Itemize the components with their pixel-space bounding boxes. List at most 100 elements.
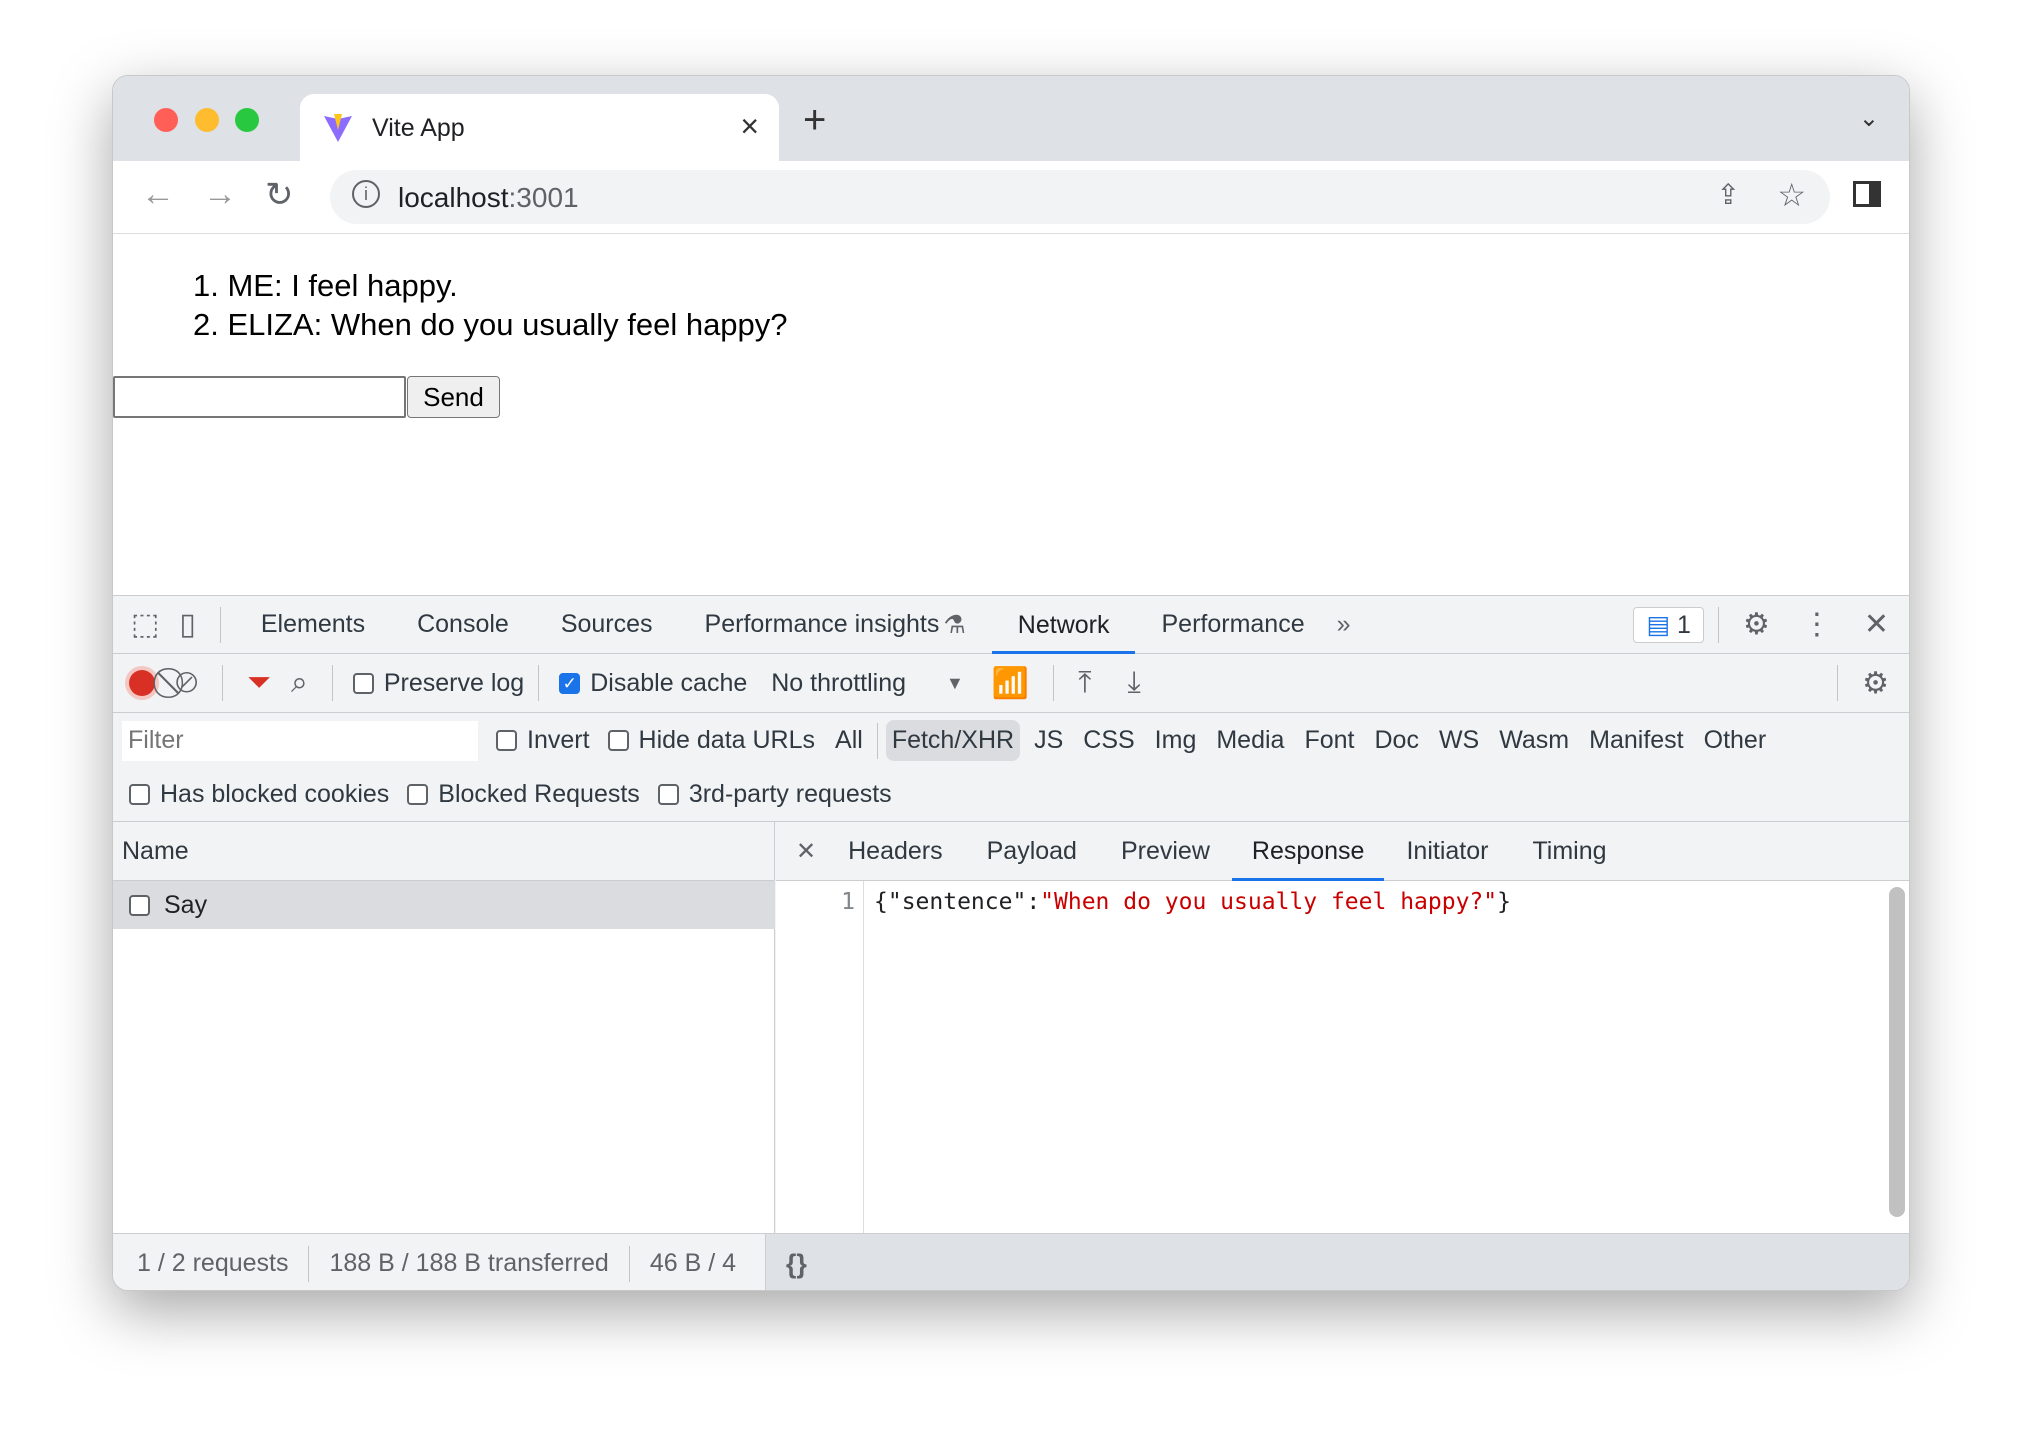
response-code[interactable]: {"sentence":"When do you usually feel ha… — [874, 889, 1511, 915]
preserve-log-checkbox[interactable] — [352, 672, 374, 694]
search-icon[interactable]: ⌕ — [291, 666, 308, 700]
info-icon[interactable]: i — [352, 180, 380, 208]
resources-size: 46 B / 4 — [649, 1249, 736, 1277]
settings-gear-icon[interactable]: ⚙ — [1743, 607, 1770, 642]
inspect-element-icon[interactable]: ⬚ — [131, 607, 159, 642]
chevron-down-icon[interactable]: ⌄ — [1859, 104, 1879, 133]
tab-network[interactable]: Network — [991, 596, 1136, 654]
url-host: localhost — [398, 182, 509, 213]
reload-icon[interactable]: ↻ — [265, 175, 294, 215]
export-har-icon[interactable]: ⤓ — [1128, 666, 1141, 700]
close-devtools-icon[interactable]: ✕ — [1864, 607, 1889, 642]
clear-icon[interactable]: ⃠⊘ — [175, 666, 198, 700]
disable-cache-checkbox[interactable]: ✓ — [559, 672, 581, 694]
filter-img[interactable]: Img — [1155, 726, 1197, 755]
blocked-cookies-label: Has blocked cookies — [160, 780, 390, 808]
device-toolbar-icon[interactable]: ▯ — [179, 607, 196, 642]
filter-bar: Invert Hide data URLs All Fetch/XHR JS C… — [113, 713, 1909, 768]
filter-font[interactable]: Font — [1304, 726, 1354, 755]
url-port: :3001 — [508, 182, 579, 213]
maximize-window-button[interactable] — [235, 108, 259, 132]
preserve-log-label: Preserve log — [383, 668, 525, 697]
tab-performance-insights[interactable]: Performance insights — [705, 610, 940, 639]
devtools-tabbar: ⬚ ▯ Elements Console Sources Performance… — [113, 596, 1909, 654]
requests-count: 1 / 2 requests — [137, 1249, 289, 1277]
filter-wasm[interactable]: Wasm — [1499, 726, 1569, 755]
dropdown-arrow-icon[interactable]: ▼ — [946, 673, 964, 694]
invert-checkbox[interactable] — [496, 730, 517, 751]
tab-performance[interactable]: Performance — [1161, 610, 1304, 639]
name-column-header[interactable]: Name — [113, 822, 774, 881]
share-icon[interactable]: ⇪ — [1717, 178, 1740, 211]
tab-elements[interactable]: Elements — [261, 610, 365, 639]
page-content: ME: I feel happy. ELIZA: When do you usu… — [113, 234, 1909, 595]
request-list — [113, 929, 775, 1233]
filter-input[interactable] — [122, 720, 478, 761]
throttling-select[interactable]: No throttling — [771, 669, 906, 698]
tab-initiator[interactable]: Initiator — [1406, 837, 1488, 866]
side-panel-icon[interactable] — [1853, 181, 1881, 207]
import-har-icon[interactable]: ⤒ — [1078, 666, 1091, 700]
message-item: ME: I feel happy. — [193, 266, 788, 305]
minimize-window-button[interactable] — [195, 108, 219, 132]
network-settings-icon[interactable]: ⚙ — [1862, 666, 1889, 701]
request-icon — [129, 894, 150, 916]
network-toolbar: ⃠⊘ ⏷ ⌕ Preserve log ✓ Disable cache No th… — [113, 654, 1909, 713]
tab-response[interactable]: Response — [1231, 822, 1385, 881]
tab-preview[interactable]: Preview — [1121, 837, 1210, 866]
tab-title: Vite App — [372, 114, 465, 142]
filter-other[interactable]: Other — [1704, 726, 1767, 755]
issues-count: 1 — [1677, 610, 1691, 639]
send-button[interactable]: Send — [407, 376, 500, 418]
flask-icon: ⚗ — [943, 610, 966, 639]
address-bar[interactable]: i localhost:3001 ⇪ ☆ — [330, 170, 1830, 224]
json-key: {"sentence": — [874, 889, 1041, 915]
message-input[interactable] — [113, 376, 406, 418]
issues-button[interactable]: ▤ 1 — [1633, 606, 1704, 643]
request-row[interactable]: Say — [113, 881, 775, 929]
message-item: ELIZA: When do you usually feel happy? — [193, 305, 787, 344]
network-conditions-icon[interactable]: 📶 — [992, 666, 1029, 701]
filter-doc[interactable]: Doc — [1374, 726, 1418, 755]
close-tab-icon[interactable]: × — [740, 108, 759, 145]
close-window-button[interactable] — [154, 108, 178, 132]
tab-timing[interactable]: Timing — [1532, 837, 1606, 866]
back-icon[interactable]: ← — [141, 175, 175, 214]
hide-data-urls-checkbox[interactable] — [607, 730, 629, 751]
filter-js[interactable]: JS — [1034, 726, 1063, 755]
third-party-checkbox[interactable] — [657, 784, 679, 805]
blocked-cookies-checkbox[interactable] — [129, 784, 150, 805]
tab-headers[interactable]: Headers — [848, 837, 943, 866]
message-icon: ▤ — [1646, 610, 1671, 639]
new-tab-icon[interactable]: + — [803, 98, 826, 143]
status-bar: 1 / 2 requests 188 B / 188 B transferred… — [113, 1233, 1909, 1290]
message-list: ME: I feel happy. ELIZA: When do you usu… — [193, 266, 788, 344]
browser-tab[interactable]: Vite App × — [300, 94, 779, 161]
json-string: "When do you usually feel happy?" — [1040, 889, 1498, 915]
third-party-label: 3rd-party requests — [688, 780, 892, 808]
record-icon[interactable] — [129, 670, 155, 696]
bookmark-star-icon[interactable]: ☆ — [1777, 176, 1806, 214]
filter-media[interactable]: Media — [1216, 726, 1284, 755]
transferred-size: 188 B / 188 B transferred — [329, 1249, 609, 1277]
filter-icon[interactable]: ⏷ — [247, 666, 271, 700]
tab-sources[interactable]: Sources — [561, 610, 653, 639]
tab-payload[interactable]: Payload — [987, 837, 1077, 866]
tab-console[interactable]: Console — [417, 610, 509, 639]
address-toolbar: ← → ↻ i localhost:3001 ⇪ ☆ — [113, 161, 1909, 234]
filter-fetch-xhr[interactable]: Fetch/XHR — [885, 720, 1021, 761]
blocked-requests-label: Blocked Requests — [438, 780, 640, 808]
invert-label: Invert — [527, 726, 590, 754]
pretty-print-icon[interactable]: {} — [765, 1233, 1909, 1290]
blocked-requests-checkbox[interactable] — [407, 784, 429, 805]
scrollbar[interactable] — [1889, 887, 1905, 1217]
more-tabs-icon[interactable]: » — [1337, 610, 1351, 639]
more-options-icon[interactable]: ⋮ — [1802, 607, 1832, 642]
filter-manifest[interactable]: Manifest — [1589, 726, 1683, 755]
close-detail-icon[interactable]: ✕ — [796, 837, 816, 866]
filter-all[interactable]: All — [835, 726, 863, 755]
request-name: Say — [164, 890, 208, 919]
filter-css[interactable]: CSS — [1083, 726, 1134, 755]
forward-icon[interactable]: → — [203, 175, 237, 214]
filter-ws[interactable]: WS — [1439, 726, 1479, 755]
